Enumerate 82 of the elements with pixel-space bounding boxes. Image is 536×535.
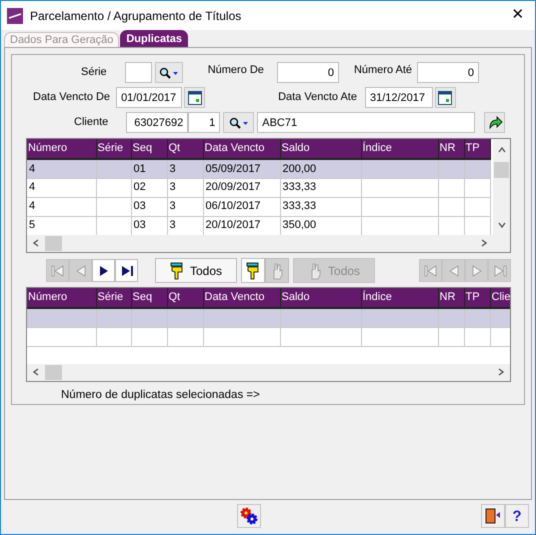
window-title: Parcelamento / Agrupamento de Títulos (30, 8, 242, 24)
table-cell: 03 (131, 197, 167, 216)
select-all-button[interactable]: Todos (155, 258, 238, 283)
column-header[interactable]: TP (464, 288, 490, 308)
field-label: Série (81, 65, 107, 80)
calendar-button[interactable] (434, 87, 456, 108)
last-record-button[interactable] (115, 259, 138, 282)
table-cell: 3 (167, 159, 203, 178)
column-header[interactable]: Saldo (280, 139, 361, 159)
scrollbar-thumb[interactable] (45, 365, 62, 380)
search-icon (228, 116, 249, 128)
field-label: Número Até (354, 63, 412, 78)
column-header[interactable]: Qt (167, 139, 203, 159)
help-button[interactable]: ? (505, 504, 529, 528)
column-header[interactable]: Qt (167, 288, 203, 308)
column-header[interactable]: Seq (131, 139, 167, 159)
column-header[interactable]: Série (96, 288, 131, 308)
input-field[interactable] (124, 62, 152, 83)
table-cell: 3 (167, 197, 203, 216)
column-header[interactable]: TP (464, 139, 490, 159)
column-header[interactable]: Índice (361, 288, 438, 308)
date-field[interactable]: 31/12/2017 (364, 87, 433, 108)
table-cell: 333,33 (280, 197, 361, 216)
refresh-button[interactable] (484, 112, 506, 133)
date-field[interactable]: 01/01/2017 (116, 87, 182, 108)
input-field[interactable]: 0 (276, 62, 339, 83)
column-header[interactable]: Data Vencto (203, 288, 280, 308)
column-header[interactable]: NR (438, 288, 464, 308)
table-cell: 4 (27, 159, 96, 178)
calendar-icon (188, 90, 202, 104)
grid-row[interactable]: 4 01 3 05/09/2017 200,00 (27, 159, 490, 178)
column-header[interactable]: Seq (131, 288, 167, 308)
input-field[interactable]: ABC71 (257, 112, 476, 133)
grid-row[interactable]: 4 02 3 20/09/2017 333,33 (27, 178, 490, 197)
grid-row[interactable] (27, 308, 510, 327)
table-cell: 4 (27, 197, 96, 216)
input-field[interactable]: 63027692 (126, 112, 188, 133)
table-cell: 200,00 (280, 159, 361, 178)
column-header[interactable]: NR (438, 139, 464, 159)
column-header[interactable]: Clie (490, 288, 510, 308)
process-button[interactable] (237, 504, 261, 528)
grid-row[interactable]: 4 03 3 06/10/2017 333,33 (27, 197, 490, 216)
search-button[interactable] (154, 62, 183, 83)
table-cell: 333,33 (280, 178, 361, 197)
close-button[interactable]: ✕ (501, 1, 535, 30)
first-record-icon (422, 262, 438, 278)
table-cell: 05/09/2017 (203, 159, 280, 178)
first-record-icon (50, 262, 66, 278)
column-header[interactable]: Série (96, 139, 131, 159)
column-header[interactable]: Número (27, 288, 96, 308)
field-label: Data Vencto De (33, 90, 110, 106)
door-icon (484, 507, 502, 525)
table-cell: 02 (131, 178, 167, 197)
calendar-button[interactable] (184, 87, 206, 108)
calendar-icon (438, 90, 452, 104)
table-cell: 3 (167, 178, 203, 197)
field-label: Cliente (74, 115, 108, 130)
scrollbar-thumb[interactable] (494, 162, 509, 178)
select-button[interactable] (241, 258, 266, 283)
selected-count-label: Número de duplicatas selecionadas => (61, 388, 260, 403)
input-field[interactable]: 0 (417, 62, 480, 83)
app-icon (7, 8, 23, 24)
table-cell: 06/10/2017 (203, 197, 280, 216)
search-icon (158, 66, 179, 78)
column-header[interactable]: Saldo (280, 288, 361, 308)
scrollbar-thumb[interactable] (45, 236, 62, 251)
redo-arrow-icon (486, 114, 503, 130)
column-header[interactable]: Número (27, 139, 96, 159)
column-header[interactable]: Índice (361, 139, 438, 159)
table-cell: 01 (131, 159, 167, 178)
table-cell: 4 (27, 178, 96, 197)
search-button[interactable] (223, 112, 254, 133)
last-record-icon (492, 262, 508, 278)
table-cell: 20/09/2017 (203, 178, 280, 197)
column-header[interactable]: Data Vencto (203, 139, 280, 159)
field-label: Data Vencto Ate (278, 90, 357, 106)
next-record-button[interactable] (92, 259, 115, 282)
input-field[interactable]: 1 (188, 112, 220, 133)
exit-button[interactable] (481, 504, 505, 528)
tab[interactable]: Duplicatas (120, 30, 188, 47)
field-label: Número De (208, 63, 264, 78)
gears-icon (239, 506, 259, 526)
